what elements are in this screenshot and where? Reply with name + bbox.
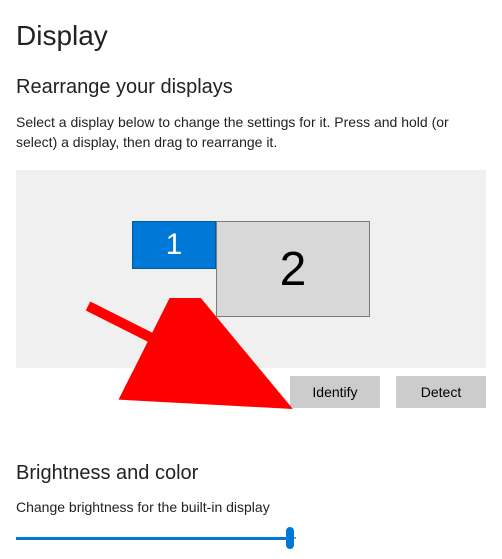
- brightness-slider[interactable]: [16, 527, 296, 551]
- slider-fill: [16, 537, 288, 540]
- monitor-1[interactable]: 1: [132, 221, 216, 269]
- monitor-2[interactable]: 2: [216, 221, 370, 317]
- monitor-canvas: 1 2: [132, 221, 370, 317]
- arrange-buttons-row: Identify Detect: [16, 376, 486, 408]
- detect-button[interactable]: Detect: [396, 376, 486, 408]
- page-title: Display: [16, 20, 486, 52]
- rearrange-description: Select a display below to change the set…: [16, 113, 486, 152]
- display-arrangement-area[interactable]: 1 2: [16, 170, 486, 368]
- identify-button[interactable]: Identify: [290, 376, 380, 408]
- rearrange-heading: Rearrange your displays: [16, 76, 486, 99]
- brightness-heading: Brightness and color: [16, 462, 486, 485]
- slider-thumb[interactable]: [286, 527, 294, 549]
- brightness-slider-label: Change brightness for the built-in displ…: [16, 499, 486, 515]
